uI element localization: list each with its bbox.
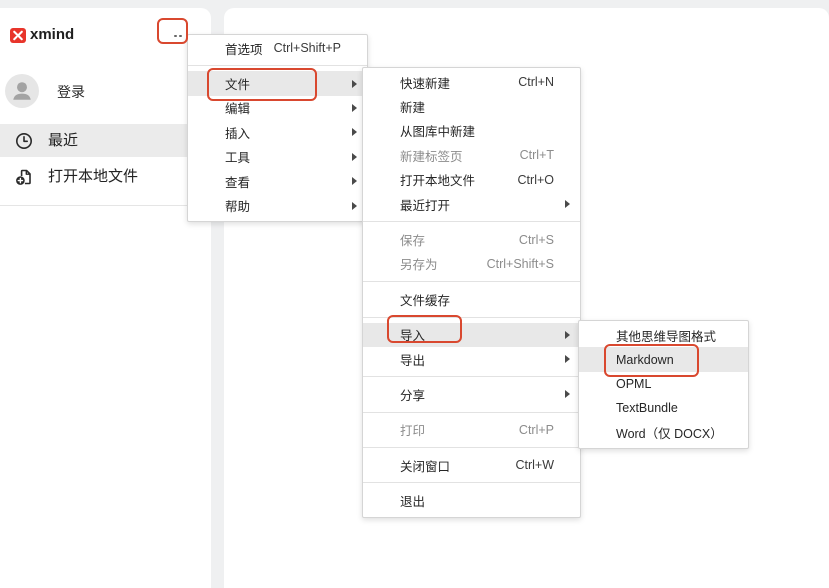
shortcut-label: Ctrl+P [518,422,554,437]
sidebar-item-label: 最近 [48,132,79,149]
menu-divider [363,371,580,382]
file-add-icon [15,168,33,186]
menu-item-file[interactable]: 文件 [188,71,367,96]
menu-item-label: TextBundle [616,401,678,416]
menu-item-label: 工具 [225,151,251,166]
sidebar-item-recent[interactable]: 最近 [0,124,211,157]
menu-item-label: 关闭窗口 [400,459,451,474]
xmind-logo-icon [10,28,26,43]
menu-item-quick-new[interactable]: 快速新建 Ctrl+N [363,70,580,94]
menu-divider [363,312,580,323]
menu-divider [363,442,580,453]
menu-item-label: 保存 [400,234,426,249]
triangle-right-icon [352,79,357,88]
more-icon-dot [174,34,177,38]
menu-item-label: 新建标签页 [400,149,463,164]
menu-item-opml[interactable]: OPML [579,372,748,396]
menu-item-new-from-gallery[interactable]: 从图库中新建 [363,119,580,143]
menu-item-print: 打印 Ctrl+P [363,418,580,442]
triangle-right-icon [565,200,570,209]
file-submenu: 快速新建 Ctrl+N 新建 从图库中新建 新建标签页 Ctrl+T 打开本地文… [362,67,581,518]
login-link[interactable]: 登录 [57,84,85,100]
menu-item-label: 分享 [400,388,426,403]
shortcut-label: Ctrl+O [517,172,554,187]
sidebar-item-label: 打开本地文件 [48,168,139,185]
sidebar-divider [0,205,211,206]
triangle-right-icon [565,355,570,364]
menu-item-label: 插入 [225,126,251,141]
menu-divider [363,407,580,418]
menu-item-label: 编辑 [225,102,251,117]
import-submenu: 其他思维导图格式 Markdown OPML TextBundle Word（仅… [578,320,749,449]
menu-item-label: 导出 [400,353,426,368]
menu-item-preferences[interactable]: 首选项 Ctrl+Shift+P [188,36,367,60]
menu-item-label: 其他思维导图格式 [616,329,717,344]
menu-item-label: Markdown [616,352,674,367]
menu-item-label: 文件缓存 [400,293,451,308]
menu-item-label: OPML [616,376,652,391]
menu-item-quit[interactable]: 退出 [363,488,580,512]
triangle-right-icon [352,128,357,137]
menu-item-label: Word（仅 DOCX） [616,427,723,442]
menu-item-label: 快速新建 [400,76,451,91]
triangle-right-icon [352,177,357,186]
menu-item-tools[interactable]: 工具 [188,145,367,169]
menu-item-view[interactable]: 查看 [188,169,367,193]
triangle-right-icon [352,103,357,112]
triangle-right-icon [352,152,357,161]
avatar-icon[interactable] [5,74,39,108]
triangle-right-icon [565,330,570,339]
app-logo-text: xmind [30,26,75,43]
shortcut-label: Ctrl+T [519,148,554,163]
shortcut-label: Ctrl+S [518,232,554,247]
shortcut-label: Ctrl+Shift+S [486,256,554,271]
menu-item-import[interactable]: 导入 [363,322,580,347]
menu-divider [363,477,580,488]
menu-divider [188,60,367,71]
triangle-right-icon [565,390,570,399]
menu-item-word-docx[interactable]: Word（仅 DOCX） [579,421,748,445]
menu-item-help[interactable]: 帮助 [188,193,367,217]
menu-item-save-as: 另存为 Ctrl+Shift+S [363,252,580,276]
menu-item-new-tab: 新建标签页 Ctrl+T [363,143,580,167]
clock-icon [15,132,33,150]
menu-item-share[interactable]: 分享 [363,382,580,406]
shortcut-label: Ctrl+Shift+P [273,41,341,56]
menu-item-textbundle[interactable]: TextBundle [579,396,748,420]
menu-divider [363,216,580,227]
menu-item-label: 新建 [400,101,426,116]
menu-item-label: 查看 [225,175,251,190]
menu-item-label: 从图库中新建 [400,125,476,140]
shortcut-label: Ctrl+W [515,458,554,473]
menu-item-label: 最近打开 [400,198,451,213]
menu-item-label: 首选项 [225,42,263,57]
menu-item-markdown[interactable]: Markdown [579,347,748,372]
triangle-right-icon [352,201,357,210]
menu-item-label: 帮助 [225,200,251,215]
sidebar: xmind 登录 最近 打开本地文件 [0,8,211,588]
menu-item-label: 打开本地文件 [400,174,476,189]
shortcut-label: Ctrl+N [518,75,554,90]
menu-item-save: 保存 Ctrl+S [363,227,580,251]
menu-item-label: 打印 [400,424,426,439]
menu-item-label: 另存为 [400,258,438,273]
menu-item-new[interactable]: 新建 [363,94,580,118]
menu-item-export[interactable]: 导出 [363,347,580,371]
menu-item-file-cache[interactable]: 文件缓存 [363,287,580,311]
main-menu: 首选项 Ctrl+Shift+P 文件 编辑 插入 工具 查看 帮助 [187,34,368,222]
menu-item-insert[interactable]: 插入 [188,120,367,144]
menu-item-open-local-file[interactable]: 打开本地文件 Ctrl+O [363,168,580,192]
menu-item-other-mindmap-formats[interactable]: 其他思维导图格式 [579,323,748,347]
more-icon[interactable] [168,27,188,45]
menu-item-label: 退出 [400,495,426,510]
menu-item-label: 文件 [225,78,251,93]
more-icon-dot [179,34,182,38]
sidebar-item-open-local-file[interactable]: 打开本地文件 [0,160,211,193]
menu-item-recent[interactable]: 最近打开 [363,192,580,216]
menu-item-close-window[interactable]: 关闭窗口 Ctrl+W [363,453,580,477]
menu-item-label: 导入 [400,329,426,344]
menu-divider [363,276,580,287]
menu-item-edit[interactable]: 编辑 [188,96,367,120]
